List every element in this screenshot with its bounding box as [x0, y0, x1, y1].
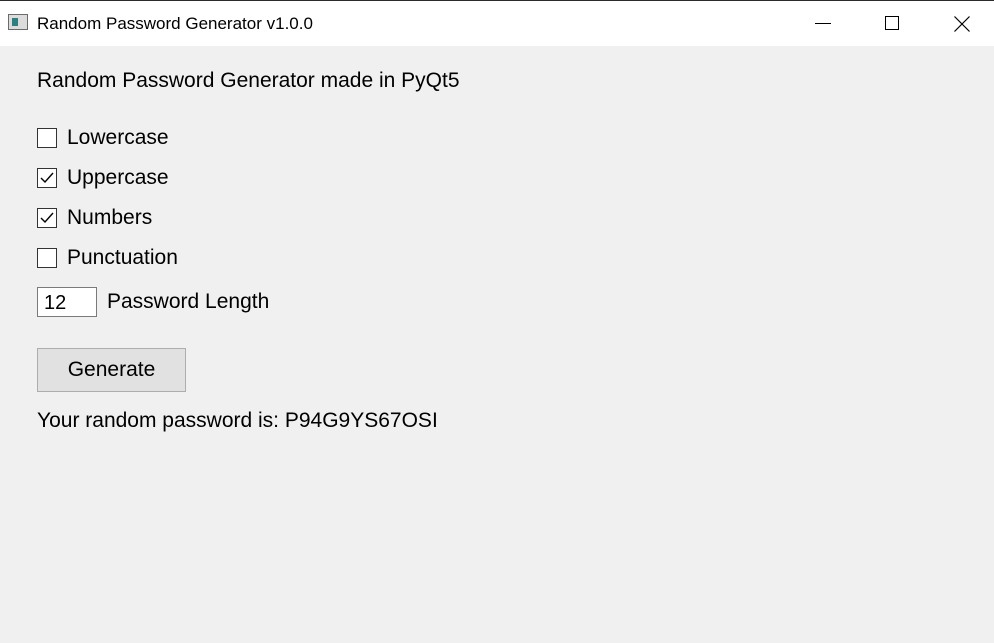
password-result: Your random password is: P94G9YS67OSI [37, 409, 438, 432]
checkmark-icon [40, 172, 54, 184]
maximize-icon [885, 16, 899, 30]
uppercase-label[interactable]: Uppercase [67, 165, 169, 191]
app-icon [8, 14, 28, 30]
close-button[interactable] [926, 1, 994, 46]
minimize-icon [815, 23, 831, 24]
password-length-input[interactable] [37, 287, 97, 317]
maximize-button[interactable] [856, 1, 926, 46]
app-heading: Random Password Generator made in PyQt5 [37, 69, 460, 92]
close-icon [954, 16, 970, 32]
lowercase-checkbox[interactable] [37, 128, 57, 148]
numbers-checkbox[interactable] [37, 208, 57, 228]
password-length-label: Password Length [107, 290, 270, 313]
punctuation-checkbox[interactable] [37, 248, 57, 268]
punctuation-label[interactable]: Punctuation [67, 245, 178, 271]
checkmark-icon [40, 212, 54, 224]
lowercase-label[interactable]: Lowercase [67, 125, 169, 151]
app-window: Random Password Generator v1.0.0 Random … [0, 0, 994, 643]
numbers-label[interactable]: Numbers [67, 205, 152, 231]
uppercase-checkbox[interactable] [37, 168, 57, 188]
window-title: Random Password Generator v1.0.0 [37, 14, 313, 33]
generate-button[interactable]: Generate [37, 348, 186, 392]
minimize-button[interactable] [788, 1, 858, 46]
title-bar[interactable]: Random Password Generator v1.0.0 [0, 1, 994, 46]
